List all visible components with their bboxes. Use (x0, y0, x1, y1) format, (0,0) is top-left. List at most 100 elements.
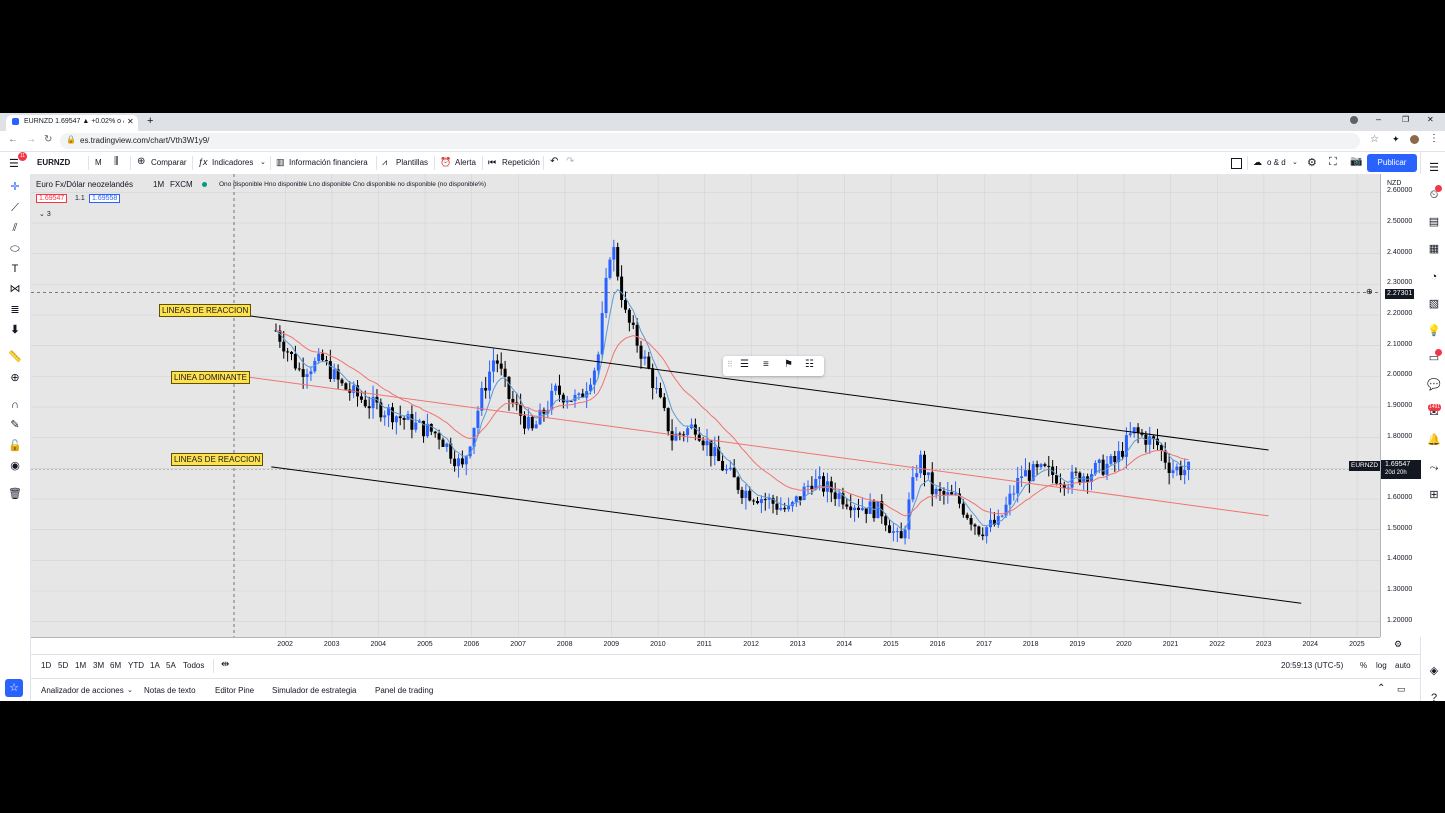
layout-icon[interactable] (1231, 158, 1242, 169)
pencil-lock-icon[interactable]: ✎ (6, 418, 24, 432)
range-5a[interactable]: 5A (166, 661, 176, 670)
calendar-icon[interactable]: ◔ (1425, 270, 1443, 284)
chart-pane[interactable]: Euro Fx/Dólar neozelandés 1M FXCM Ono di… (31, 174, 1380, 637)
label-upper-reaction[interactable]: LINEAS DE REACCION (159, 304, 252, 317)
bid-price[interactable]: 1.69547 (36, 194, 68, 203)
back-icon[interactable]: ← (8, 134, 18, 145)
fullscreen-icon[interactable]: ⛶ (1329, 156, 1337, 169)
log-scale-toggle[interactable]: log (1376, 661, 1387, 670)
flag-icon[interactable]: ⚑ (784, 359, 793, 370)
collapse-chevron-up-icon[interactable]: ⌃ (1377, 683, 1385, 694)
cloud-icon[interactable]: ☁ (1253, 157, 1262, 168)
new-tab-icon[interactable]: + (147, 115, 153, 127)
range-1a[interactable]: 1A (150, 661, 160, 670)
watchlist-icon[interactable]: ☰ (1425, 161, 1443, 175)
indicators-icon[interactable]: ƒx (198, 157, 208, 167)
trend-line-icon[interactable]: ⟋ (6, 201, 24, 215)
main-menu-icon[interactable]: ☰ (9, 157, 19, 170)
indicators-button[interactable]: Indicadores (212, 158, 253, 167)
layout-name[interactable]: o & d (1267, 158, 1286, 167)
line-style-icon[interactable]: ☰ (740, 359, 749, 370)
symbol-description[interactable]: Euro Fx/Dólar neozelandés (36, 180, 133, 189)
clock-time[interactable]: 20:59:13 (UTC-5) (1281, 661, 1343, 670)
tab-trading-panel[interactable]: Panel de trading (375, 686, 433, 695)
chevron-down-icon[interactable]: ⌄ (1292, 158, 1298, 166)
brush-icon[interactable]: ⬭ (6, 242, 24, 256)
templates-icon[interactable]: ⩘ (382, 157, 387, 168)
bell-icon[interactable]: 🔔 (1425, 433, 1443, 447)
browser-tab[interactable]: EURNZD 1.69547 ▲ +0.02% o & ... ✕ (6, 115, 138, 131)
help-icon[interactable]: ? (1425, 691, 1443, 701)
favorites-star-icon[interactable]: ☆ (5, 679, 23, 697)
lock-icon[interactable]: 🔓 (6, 439, 24, 453)
tab-strategy-tester[interactable]: Simulador de estrategia (272, 686, 357, 695)
crosshair-icon[interactable]: ✛ (6, 180, 24, 194)
bookmark-star-icon[interactable]: ☆ (1370, 134, 1379, 145)
auto-scale-toggle[interactable]: auto (1395, 661, 1411, 670)
range-5d[interactable]: 5D (58, 661, 68, 670)
maximize-panel-icon[interactable]: ▭ (1397, 684, 1406, 695)
range-6m[interactable]: 6M (110, 661, 121, 670)
trash-icon[interactable]: 🗑 (6, 487, 24, 501)
replay-icon[interactable]: ⏮ (488, 157, 496, 168)
tab-pine-editor[interactable]: Editor Pine (215, 686, 254, 695)
close-tab-icon[interactable]: ✕ (127, 117, 134, 126)
goto-date-icon[interactable]: ⇹ (221, 659, 229, 670)
time-axis[interactable]: 2002 2003 2004 2005 2006 2007 2008 2009 2010 2011… (31, 637, 1380, 652)
zoom-in-icon[interactable]: ⊕ (6, 371, 24, 385)
range-all[interactable]: Todos (183, 661, 204, 670)
tab-stock-screener[interactable]: Analizador de acciones (41, 686, 124, 695)
percent-scale-toggle[interactable]: % (1360, 661, 1367, 670)
add-alert-plus-icon[interactable]: ⊕ (1366, 287, 1373, 296)
redo-icon[interactable]: ↷ (566, 156, 574, 167)
templates-button[interactable]: Plantillas (396, 158, 428, 167)
alert-button[interactable]: Alerta (455, 158, 476, 167)
chat-icon[interactable]: 💬 (1425, 378, 1443, 392)
chevron-down-icon[interactable]: ⌄ (260, 158, 266, 166)
avatar[interactable] (1410, 135, 1419, 144)
prediction-icon[interactable]: ≣ (6, 303, 24, 317)
line-width-icon[interactable]: ≡ (763, 359, 769, 370)
arrow-down-icon[interactable]: ⬇ (6, 323, 24, 337)
interval-selector[interactable]: M (95, 158, 102, 167)
range-ytd[interactable]: YTD (128, 661, 144, 670)
profile-icon[interactable] (1350, 116, 1358, 124)
camera-icon[interactable]: 📷 (1350, 156, 1362, 167)
range-3m[interactable]: 3M (93, 661, 104, 670)
publish-button[interactable]: Publicar (1367, 154, 1417, 172)
fib-icon[interactable]: ⫽ (6, 221, 24, 235)
range-1d[interactable]: 1D (41, 661, 51, 670)
chart-canvas[interactable] (31, 174, 1380, 637)
label-lower-reaction[interactable]: LINEAS DE REACCION (171, 453, 264, 466)
url-field[interactable]: 🔒 es.tradingview.com/chart/Vth3W1y9/ ☆ (60, 133, 1379, 149)
news-icon[interactable]: ▧ (1425, 297, 1443, 311)
extensions-icon[interactable]: ✦ (1392, 134, 1400, 145)
close-window-icon[interactable]: ✕ (1427, 115, 1434, 124)
alarm-icon[interactable]: ⏰ (440, 157, 451, 168)
axis-settings-gear-icon[interactable]: ⚙ (1394, 639, 1402, 650)
replay-button[interactable]: Repetición (502, 158, 540, 167)
data-window-icon[interactable]: ▤ (1425, 215, 1443, 229)
tab-text-notes[interactable]: Notas de texto (144, 686, 196, 695)
drag-handle-icon[interactable]: ⠿ (727, 360, 733, 369)
depth-icon[interactable]: ⊞ (1425, 488, 1443, 502)
label-dominant-line[interactable]: LINEA DOMINANTE (171, 371, 250, 384)
ideas-bulb-icon[interactable]: 💡 (1425, 324, 1443, 338)
ask-price[interactable]: 1.69558 (89, 194, 121, 203)
layers-icon[interactable]: ◈ (1425, 664, 1443, 678)
settings-gear-icon[interactable]: ⚙ (1307, 156, 1317, 169)
browser-menu-icon[interactable]: ⋮ (1429, 133, 1439, 144)
chevron-down-icon[interactable]: ⌄ (127, 686, 133, 694)
trade-icon[interactable]: ⤳ (1425, 461, 1443, 475)
magnet-icon[interactable]: ∩ (6, 398, 24, 412)
pattern-icon[interactable]: ⋈ (6, 282, 24, 296)
reload-icon[interactable]: ↻ (44, 134, 52, 145)
candles-style-icon[interactable]: ⫼ (114, 156, 119, 167)
price-axis[interactable]: NZD 2.60000 2.50000 2.40000 2.30000 2.20000 2… (1380, 174, 1421, 637)
compare-button[interactable]: Comparar (151, 158, 187, 167)
indicators-toggle[interactable]: ⌄ 3 (39, 210, 51, 218)
forward-icon[interactable]: → (26, 134, 36, 145)
compare-icon[interactable]: ⊕ (137, 156, 145, 167)
undo-icon[interactable]: ↶ (550, 156, 558, 167)
text-icon[interactable]: T (6, 262, 24, 276)
